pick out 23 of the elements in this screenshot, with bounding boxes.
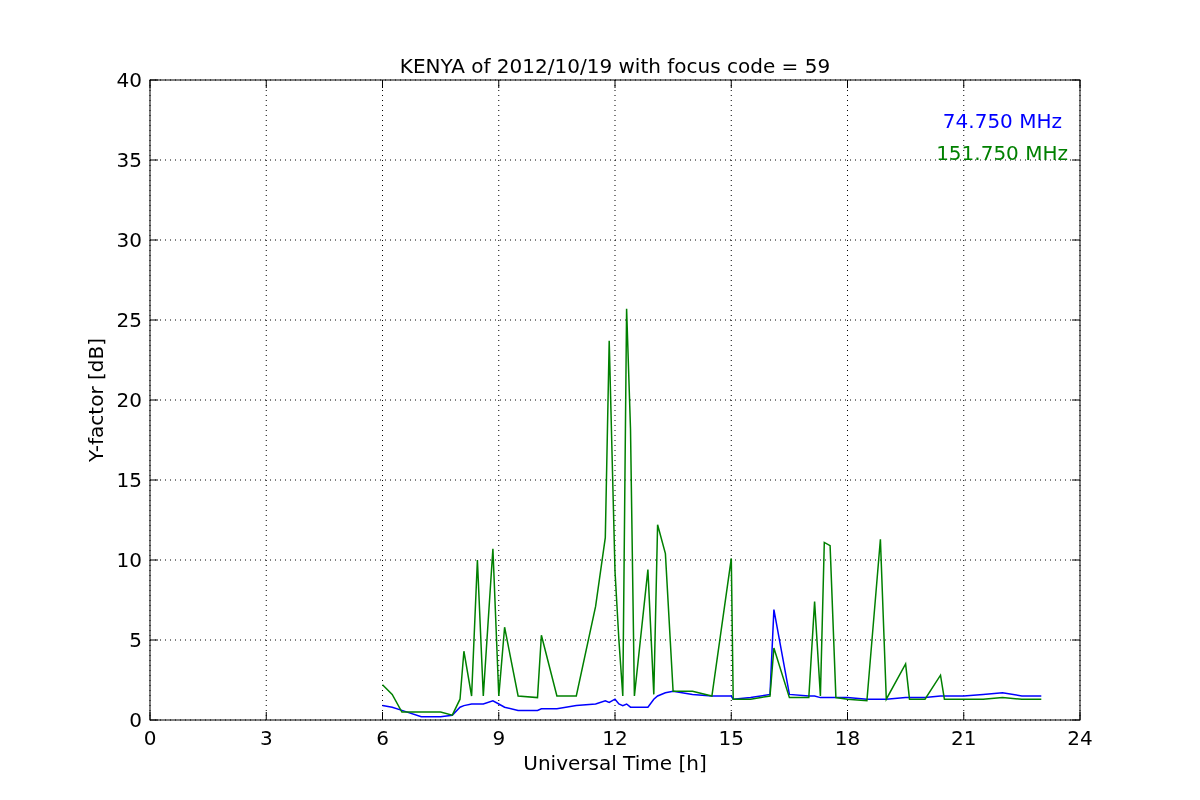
x-tick-label: 12 [602, 726, 628, 750]
y-tick-label: 20 [116, 388, 142, 412]
x-tick-label: 15 [718, 726, 744, 750]
y-tick-label: 40 [116, 68, 142, 92]
x-tick-label: 6 [376, 726, 389, 750]
y-tick-label: 30 [116, 228, 142, 252]
x-axis-label: Universal Time [h] [523, 751, 707, 775]
y-tick-label: 25 [116, 308, 142, 332]
y-tick-label: 10 [116, 548, 142, 572]
x-tick-label: 3 [259, 726, 273, 750]
legend-label: 74.750 MHz [942, 109, 1062, 133]
y-axis-label: Y-factor [dB] [84, 338, 108, 462]
x-tick-label: 18 [834, 726, 861, 750]
legend-label: 151.750 MHz [936, 141, 1068, 165]
x-tick-label: 21 [951, 726, 977, 750]
y-tick-label: 5 [129, 628, 142, 652]
x-tick-label: 9 [492, 726, 506, 750]
chart-title: KENYA of 2012/10/19 with focus code = 59 [399, 54, 831, 78]
y-tick-label: 15 [116, 468, 142, 492]
y-tick-label: 0 [129, 708, 142, 732]
x-tick-label: 0 [143, 726, 157, 750]
y-tick-label: 35 [116, 148, 142, 172]
x-tick-label: 24 [1067, 726, 1093, 750]
